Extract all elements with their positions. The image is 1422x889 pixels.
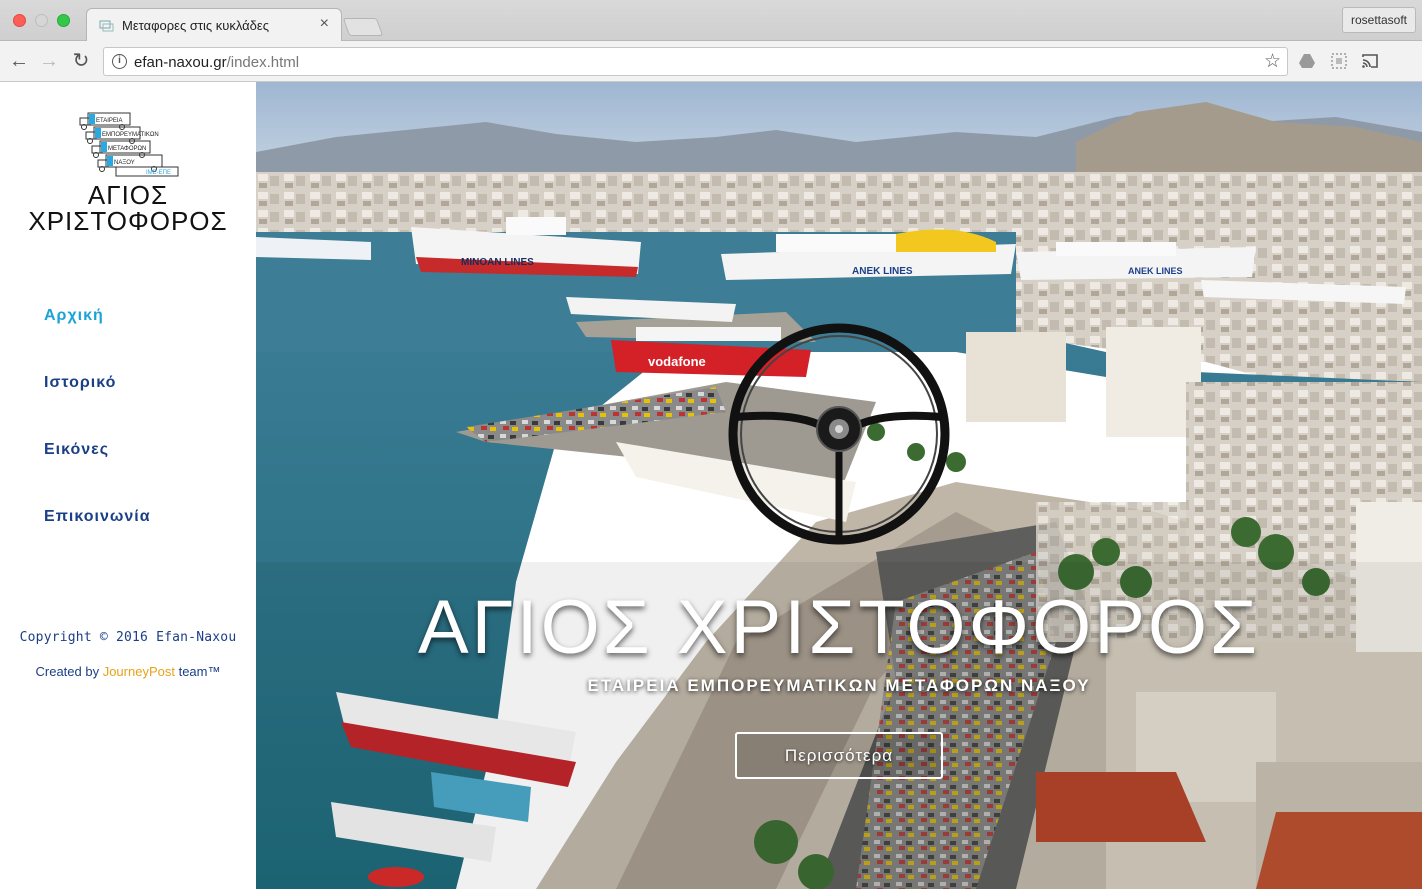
info-icon[interactable]: i bbox=[112, 54, 127, 69]
brand-line-2: ΧΡΙΣΤΟΦΟΡΟΣ bbox=[28, 206, 228, 236]
credit-prefix: Created by bbox=[35, 664, 103, 679]
profile-button[interactable]: rosettasoft bbox=[1341, 7, 1416, 33]
logo-line-1: ΕΤΑΙΡΕΙΑ bbox=[96, 118, 123, 124]
menu-item-contact[interactable]: Επικοινωνία bbox=[44, 508, 151, 575]
logo-line-2: ΕΜΠΟΡΕΥΜΑΤΙΚΩΝ bbox=[102, 132, 159, 138]
credit-suffix: team™ bbox=[174, 664, 221, 679]
menu-item-home[interactable]: Αρχική bbox=[44, 307, 151, 374]
menu-item-gallery[interactable]: Εικόνες bbox=[44, 441, 151, 508]
address-bar[interactable]: i efan-naxou.gr/index.html ☆ bbox=[103, 47, 1288, 76]
browser-toolbar: ← → ↻ i efan-naxou.gr/index.html ☆ bbox=[0, 41, 1422, 283]
hero-subtitle: ΕΤΑΙΡΕΙΑ ΕΜΠΟΡΕΥΜΑΤΙΚΩΝ ΜΕΤΑΦΟΡΩΝ ΝΑΞΟΥ bbox=[587, 676, 1091, 695]
back-arrow-icon[interactable]: ← bbox=[8, 50, 30, 72]
browser-tab[interactable]: Μεταφορες στις κυκλάδες × bbox=[86, 8, 342, 41]
zoom-window-button[interactable] bbox=[57, 14, 70, 27]
tab-title: Μεταφορες στις κυκλάδες bbox=[122, 18, 269, 33]
hero-title: ΑΓΙΟΣ ΧΡΙΣΤΟΦΟΡΟΣ bbox=[417, 585, 1261, 670]
drive-icon[interactable] bbox=[1298, 52, 1316, 70]
hero-section: MINOAN LINES ANEK LINES ANEK LINES vodaf… bbox=[256, 82, 1422, 889]
company-logo[interactable]: ΕΤΑΙΡΕΙΑ ΕΜΠΟΡΕΥΜΑΤΙΚΩΝ ΜΕΤΑΦΟΡΩΝ ΝΑΞΟΥ … bbox=[76, 110, 181, 182]
bookmark-star-icon[interactable]: ☆ bbox=[1264, 50, 1281, 73]
brand-line-1: ΑΓΙΟΣ bbox=[87, 180, 169, 210]
cast-icon[interactable] bbox=[1361, 52, 1379, 70]
url-host: efan-naxou.gr bbox=[134, 54, 227, 71]
logo-line-4: ΝΑΞΟΥ bbox=[114, 160, 135, 166]
ship-vodafone: vodafone bbox=[611, 327, 811, 377]
forward-arrow-icon[interactable]: → bbox=[38, 50, 60, 72]
minimize-window-button[interactable] bbox=[35, 14, 48, 27]
url-path: /index.html bbox=[226, 54, 300, 71]
reload-icon[interactable]: ↻ bbox=[70, 50, 92, 72]
ship-label-vodafone: vodafone bbox=[648, 354, 706, 369]
page-favicon-icon bbox=[99, 20, 114, 32]
url-text[interactable]: efan-naxou.gr/index.html bbox=[134, 54, 299, 71]
credit-brand-link[interactable]: JourneyPost bbox=[103, 664, 175, 679]
ship-label-anek-1: ANEK LINES bbox=[852, 266, 913, 277]
close-window-button[interactable] bbox=[13, 14, 26, 27]
main-menu: Αρχική Ιστορικό Εικόνες Επικοινωνία bbox=[44, 307, 151, 575]
sidebar: ΕΤΑΙΡΕΙΑ ΕΜΠΟΡΕΥΜΑΤΙΚΩΝ ΜΕΤΑΦΟΡΩΝ ΝΑΞΟΥ … bbox=[0, 82, 256, 889]
browser-titlebar: Μεταφορες στις κυκλάδες × rosettasoft bbox=[0, 0, 1422, 41]
extension-icon[interactable] bbox=[1330, 52, 1348, 70]
ship-label-anek-2: ANEK LINES bbox=[1128, 266, 1183, 276]
logo-line-3: ΜΕΤΑΦΟΡΩΝ bbox=[108, 146, 146, 152]
more-button[interactable]: Περισσότερα bbox=[735, 732, 943, 779]
credit-text: Created by JourneyPost team™ bbox=[0, 664, 256, 679]
menu-item-history[interactable]: Ιστορικό bbox=[44, 374, 151, 441]
ship-label-minoan: MINOAN LINES bbox=[461, 257, 534, 268]
logo-line-5: ΙΜΕ-ΕΠΕ bbox=[146, 170, 171, 176]
tab-close-icon[interactable]: × bbox=[320, 15, 329, 33]
new-tab-button[interactable] bbox=[342, 18, 384, 36]
copyright-text: Copyright © 2016 Efan-Naxou bbox=[19, 630, 237, 645]
sidebar-brand[interactable]: ΑΓΙΟΣ ΧΡΙΣΤΟΦΟΡΟΣ bbox=[0, 182, 256, 234]
